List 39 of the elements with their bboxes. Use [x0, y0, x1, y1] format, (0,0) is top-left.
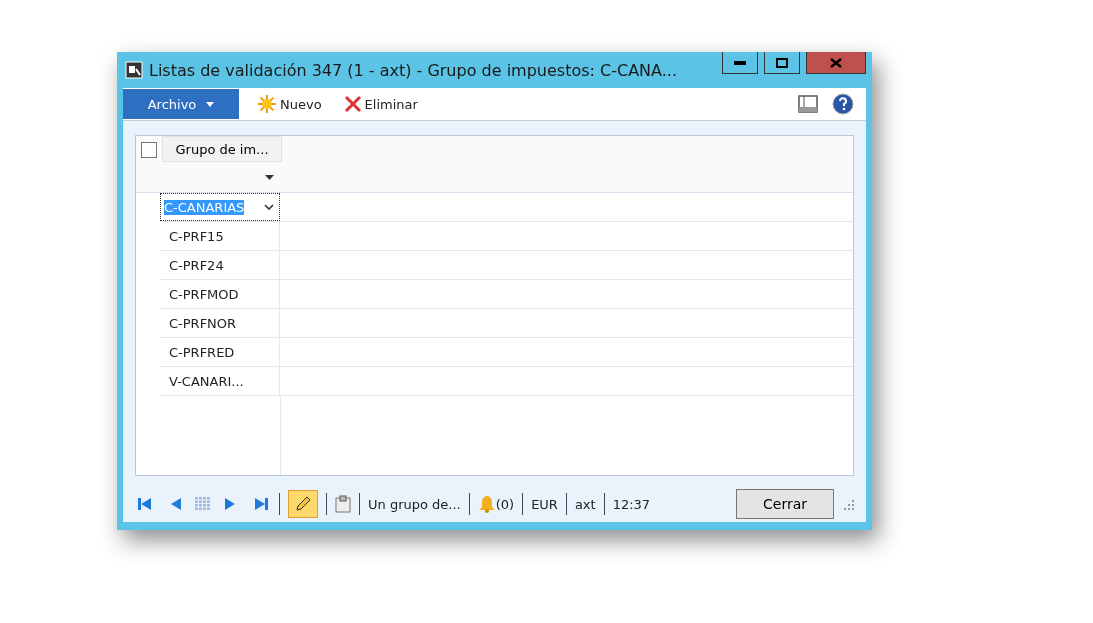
x-icon — [343, 95, 362, 113]
skip-arrow-icon — [138, 496, 154, 512]
close-form-button[interactable]: Cerrar — [736, 489, 834, 519]
notification-count[interactable]: (0) — [495, 496, 515, 512]
clipboard-icon[interactable] — [335, 495, 351, 513]
table-cell[interactable]: C-PRFNOR — [160, 309, 280, 337]
minimize-button[interactable] — [722, 52, 758, 74]
file-menu-button[interactable]: Archivo — [123, 89, 239, 119]
maximize-icon — [776, 57, 788, 68]
caret-icon — [206, 101, 215, 107]
time-text: 12:37 — [612, 496, 651, 512]
skip-arrow-icon — [252, 496, 268, 512]
resize-grip-icon[interactable] — [842, 498, 854, 510]
column-header[interactable]: Grupo de im... — [162, 136, 282, 162]
panel-icon[interactable] — [798, 95, 818, 113]
currency-text: EUR — [531, 496, 558, 512]
filter-dropdown-icon[interactable] — [265, 174, 274, 180]
maximize-button[interactable] — [764, 52, 800, 74]
select-all-checkbox[interactable] — [141, 142, 157, 158]
minimize-icon — [734, 60, 746, 65]
pencil-icon — [294, 495, 312, 513]
dropdown-chevron-icon[interactable] — [264, 204, 274, 210]
description-text: Un grupo de... — [368, 496, 461, 512]
app-icon — [125, 61, 143, 79]
delete-button[interactable]: Eliminar — [339, 95, 422, 113]
bell-icon[interactable] — [477, 495, 496, 513]
table-cell[interactable]: C-PRF15 — [160, 222, 280, 250]
table-cell[interactable]: C-PRFRED — [160, 338, 280, 366]
table-cell[interactable]: C-PRF24 — [160, 251, 280, 279]
table-cell[interactable]: C-PRFMOD — [160, 280, 280, 308]
close-icon — [830, 57, 842, 68]
window-title: Listas de validación 347 (1 - axt) - Grupo de impuestos: C-CANA... — [149, 60, 678, 80]
edit-mode-button[interactable] — [288, 490, 318, 518]
new-button[interactable]: Nuevo — [253, 94, 326, 114]
company-text: axt — [574, 496, 596, 512]
help-icon[interactable] — [832, 93, 854, 115]
close-button[interactable] — [806, 52, 866, 74]
sun-icon — [257, 94, 277, 114]
table-cell[interactable]: V-CANARI... — [160, 367, 280, 395]
